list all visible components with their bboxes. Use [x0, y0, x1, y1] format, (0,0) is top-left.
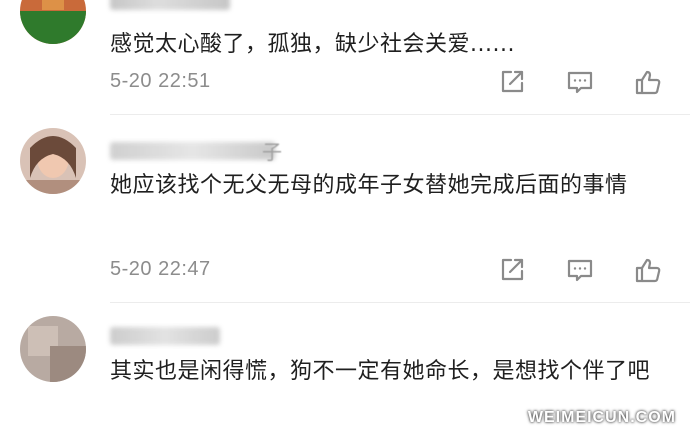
avatar[interactable] — [20, 128, 86, 194]
share-icon[interactable] — [496, 254, 528, 286]
avatar[interactable] — [20, 316, 86, 382]
comment-time: 5-20 22:47 — [110, 258, 211, 280]
thumbs-up-icon[interactable] — [632, 66, 664, 98]
comment-actions — [496, 254, 664, 286]
comment-time: 5-20 22:51 — [110, 70, 211, 92]
thumbs-up-icon[interactable] — [632, 254, 664, 286]
comment-actions — [496, 66, 664, 98]
comment-text: 感觉太心酸了，孤独，缺少社会关爱...... — [110, 32, 515, 57]
username[interactable] — [110, 0, 230, 10]
comment-icon[interactable] — [564, 254, 596, 286]
divider — [110, 302, 690, 303]
username-suffix: 子 — [262, 140, 282, 164]
divider — [110, 114, 690, 115]
avatar[interactable] — [20, 0, 86, 44]
username[interactable] — [110, 142, 275, 160]
comment-text: 她应该找个无父无母的成年子女替她完成后面的事情 — [110, 173, 628, 198]
watermark: WEIMEICUN.COM — [527, 409, 676, 426]
comment-icon[interactable] — [564, 66, 596, 98]
share-icon[interactable] — [496, 66, 528, 98]
comment-text: 其实也是闲得慌，狗不一定有她命长，是想找个伴了吧 — [110, 359, 651, 384]
username[interactable] — [110, 327, 220, 345]
